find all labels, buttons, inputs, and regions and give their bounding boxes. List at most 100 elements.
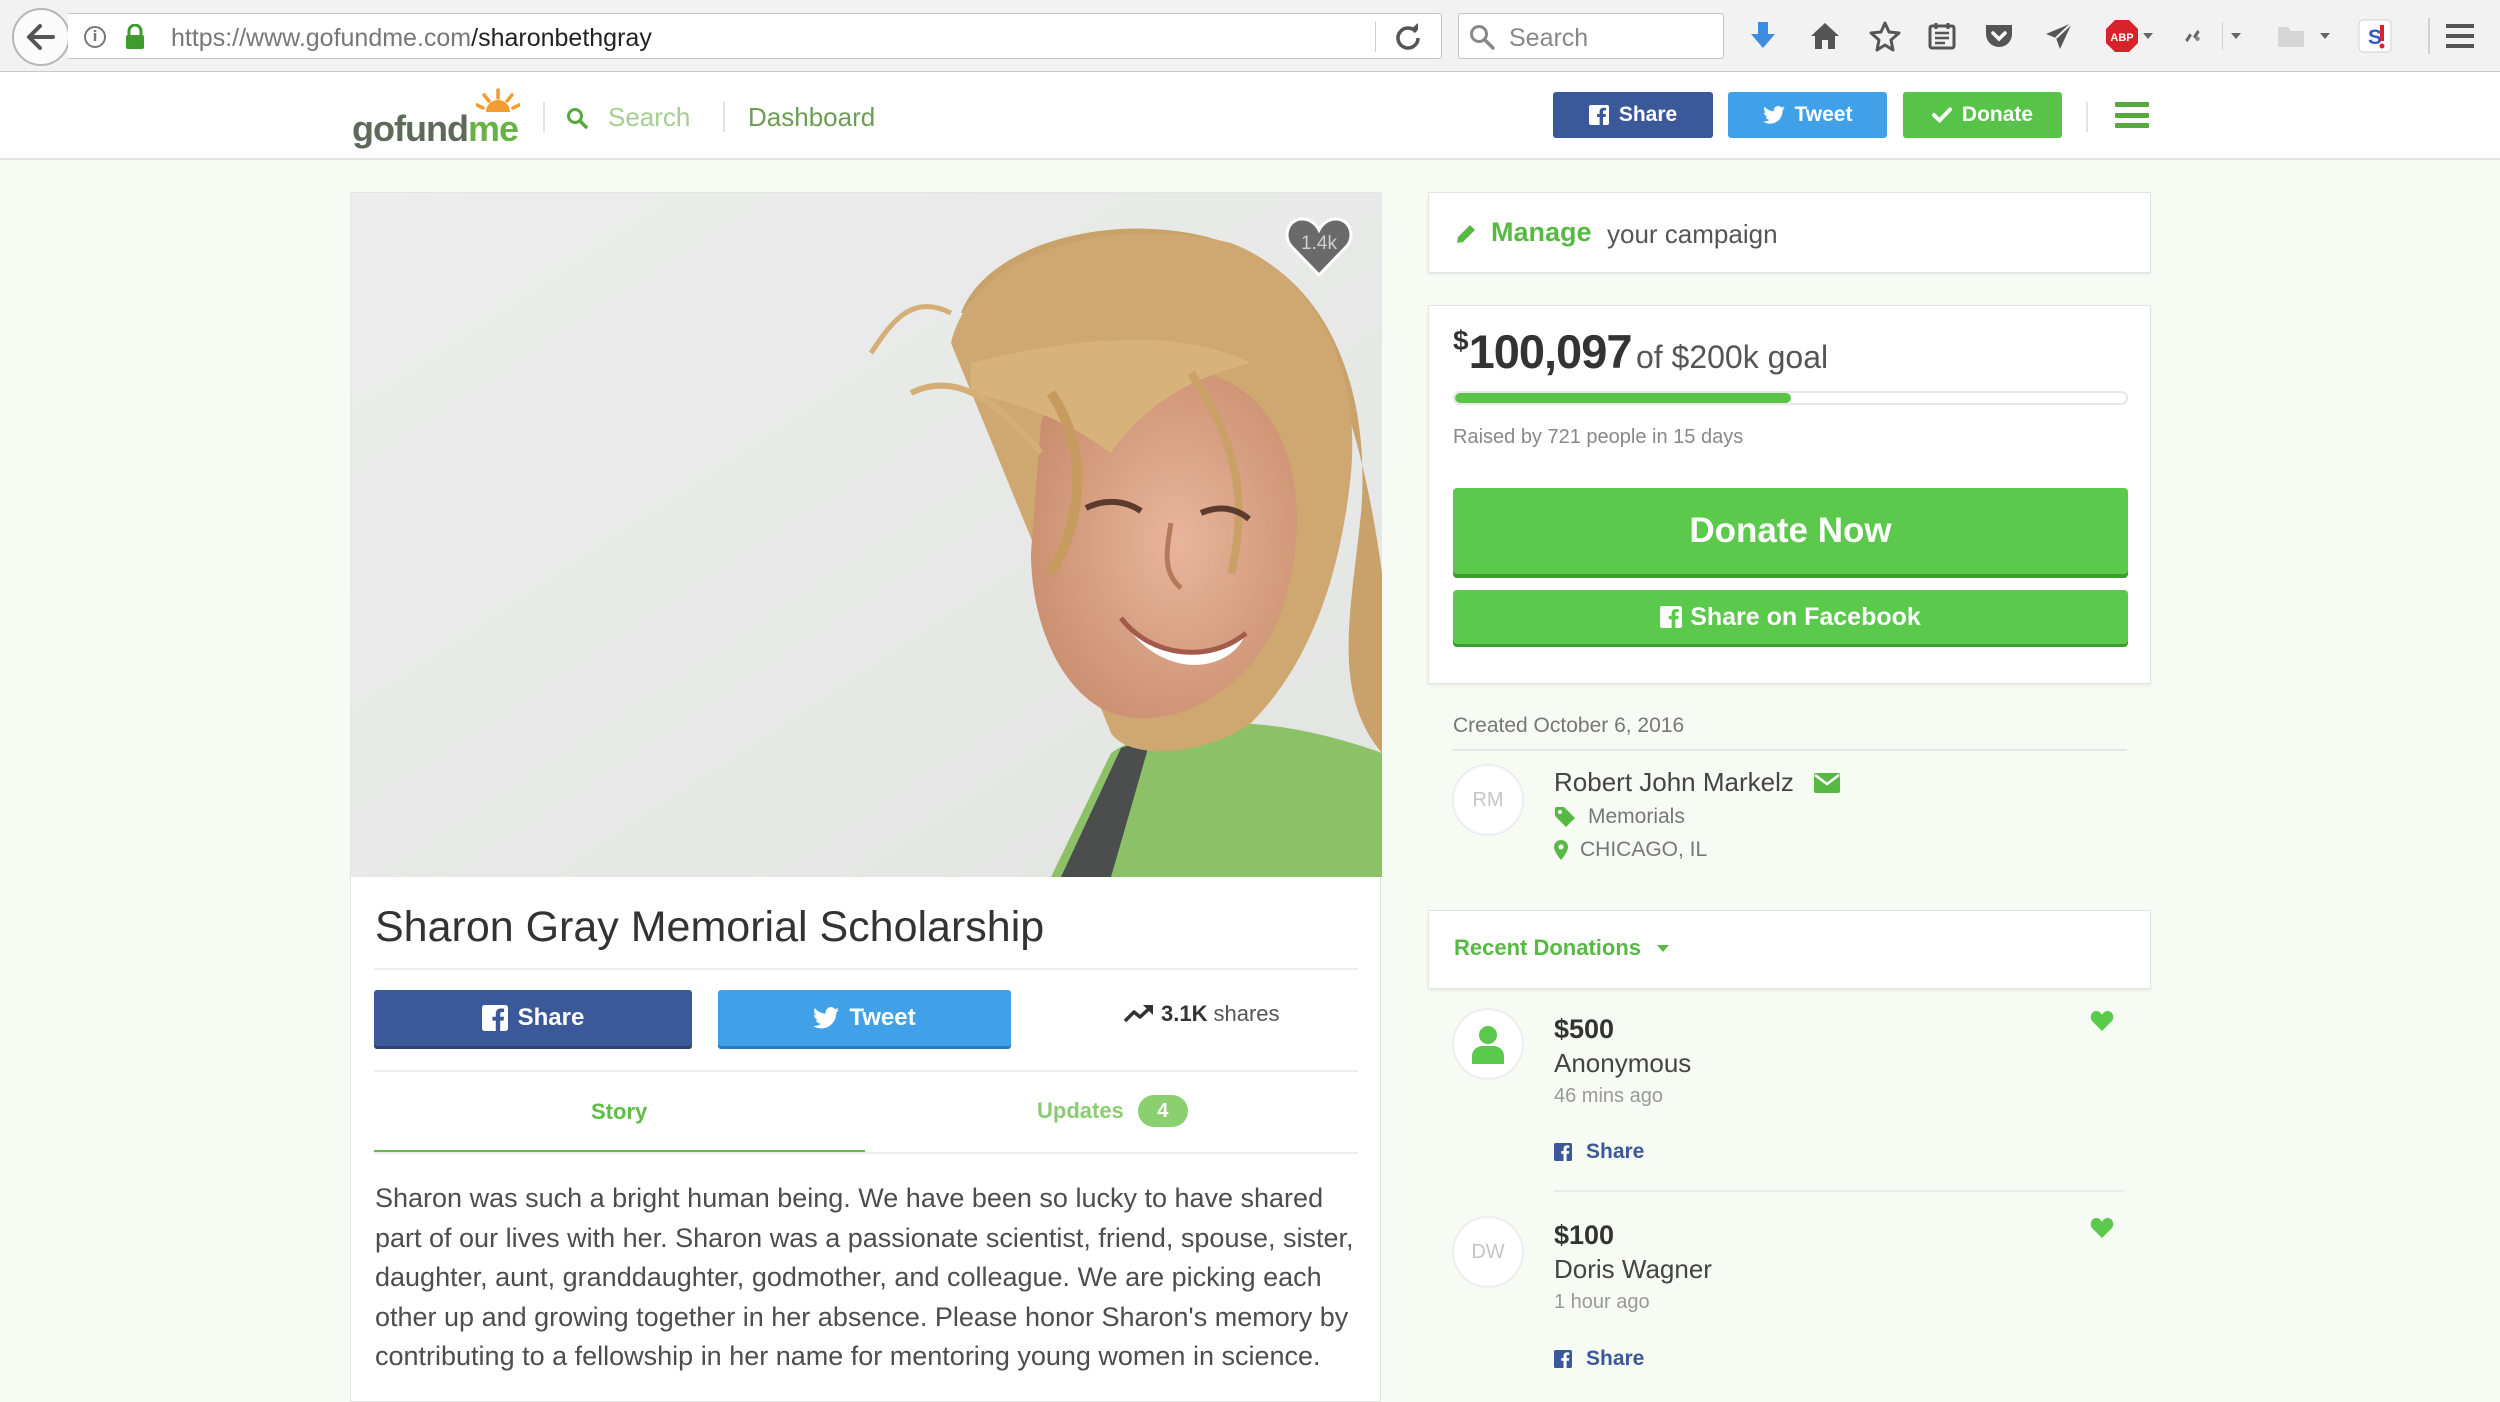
donor-name: Anonymous	[1554, 1048, 1692, 1078]
reading-list-icon[interactable]	[1926, 18, 1958, 54]
donation-time: 1 hour ago	[1554, 1291, 1650, 1313]
manage-suffix: your campaign	[1607, 219, 1778, 249]
donor-name: Doris Wagner	[1554, 1254, 1712, 1284]
amount-value: 100,097	[1468, 325, 1633, 378]
campaign-photo: 1.4k	[351, 193, 1382, 877]
send-icon[interactable]	[2043, 18, 2075, 54]
raised-summary: Raised by 721 people in 15 days	[1453, 426, 1744, 448]
header-divider	[723, 102, 725, 132]
site-header: gofundme Search Dashboard Share Tweet Do…	[0, 72, 2500, 160]
lock-icon	[126, 24, 144, 49]
progress-bar-fill	[1455, 393, 1791, 403]
donation-amount: $100	[1554, 1220, 1615, 1250]
header-divider	[2086, 102, 2088, 132]
user-icon	[1472, 1026, 1504, 1064]
extension-icon[interactable]	[2183, 18, 2241, 54]
donation-goal-card: $100,097 of $200k goal Raised by 721 peo…	[1428, 305, 2151, 684]
back-arrow-icon	[27, 24, 55, 50]
amount-raised: $100,097 of $200k goal	[1453, 324, 1828, 379]
heart-icon[interactable]	[2090, 1010, 2114, 1032]
organizer-name-row: Robert John Markelz	[1554, 767, 1840, 798]
organizer-category-row: Memorials	[1554, 805, 1685, 829]
header-donate-button[interactable]: Donate	[1903, 92, 2062, 138]
dashboard-link[interactable]: Dashboard	[748, 102, 875, 133]
logo-text-gofund: gofund	[352, 108, 469, 149]
organizer-name[interactable]: Robert John Markelz	[1554, 767, 1794, 798]
heart-icon[interactable]	[2090, 1217, 2114, 1239]
header-search-label: Search	[608, 102, 691, 132]
toolbar-divider	[2428, 18, 2430, 54]
browser-search-placeholder: Search	[1509, 24, 1589, 52]
pencil-icon	[1457, 225, 1475, 243]
heart-count: 1.4k	[1301, 233, 1337, 254]
organizer-location-row: CHICAGO, IL	[1554, 838, 1707, 862]
chevron-down-icon	[1657, 944, 1670, 952]
bookmark-star-icon[interactable]	[1868, 18, 1902, 54]
tabs-divider	[374, 1152, 1358, 1154]
campaign-share-label: Share	[517, 1004, 585, 1031]
svg-text:ABP: ABP	[2110, 32, 2133, 44]
tab-story[interactable]: Story	[591, 1099, 647, 1125]
envelope-icon[interactable]	[1813, 772, 1840, 793]
header-share-button[interactable]: Share	[1553, 92, 1713, 138]
hamburger-menu-icon[interactable]	[2115, 102, 2149, 128]
twitter-icon	[813, 1007, 840, 1029]
map-pin-icon	[1554, 840, 1568, 860]
amount-currency: $	[1453, 325, 1469, 356]
donor-avatar: DW	[1452, 1216, 1524, 1288]
donation-share-button[interactable]: Share	[1554, 1347, 1644, 1371]
adblock-icon[interactable]: ABP	[2100, 18, 2158, 54]
tab-updates[interactable]: Updates 4	[1037, 1095, 1188, 1127]
header-tweet-label: Tweet	[1794, 103, 1853, 126]
progress-bar	[1453, 391, 2128, 405]
donate-now-button[interactable]: Donate Now	[1453, 488, 2128, 574]
campaign-tweet-button[interactable]: Tweet	[718, 990, 1011, 1046]
donation-share-button[interactable]: Share	[1554, 1140, 1644, 1164]
header-divider	[543, 102, 545, 132]
facebook-icon	[1554, 1350, 1572, 1368]
facebook-icon	[1588, 105, 1609, 125]
twitter-icon	[1762, 106, 1785, 124]
donation-share-label: Share	[1586, 1347, 1645, 1370]
manage-link[interactable]: Manage	[1491, 217, 1592, 248]
manage-campaign-card[interactable]: Manage your campaign	[1428, 192, 2151, 273]
url-bar[interactable]: i https://www.gofundme.com/sharonbethgra…	[68, 13, 1442, 59]
menu-icon[interactable]	[2443, 18, 2477, 54]
url-text[interactable]: https://www.gofundme.com/sharonbethgray	[171, 24, 652, 53]
header-search[interactable]: Search	[566, 102, 690, 133]
favorite-heart-button[interactable]: 1.4k	[1284, 215, 1354, 279]
organizer-category[interactable]: Memorials	[1588, 805, 1685, 829]
updates-count-badge: 4	[1137, 1095, 1188, 1127]
url-divider	[1375, 22, 1376, 52]
share-count-label: shares	[1213, 1001, 1280, 1026]
campaign-share-button[interactable]: Share	[374, 990, 692, 1046]
checkmark-icon	[1931, 107, 1952, 123]
reload-icon[interactable]	[1394, 23, 1422, 51]
browser-toolbar: i https://www.gofundme.com/sharonbethgra…	[0, 0, 2500, 72]
back-button[interactable]	[12, 8, 70, 66]
trending-up-icon	[1123, 1005, 1153, 1023]
folder-icon[interactable]	[2274, 18, 2332, 54]
tab-updates-label: Updates	[1037, 1098, 1124, 1123]
sj-extension-icon[interactable]: S	[2357, 18, 2393, 54]
title-divider	[374, 968, 1358, 970]
browser-search-bar[interactable]: Search	[1458, 13, 1724, 59]
organizer-avatar[interactable]: RM	[1452, 764, 1524, 836]
url-path: /sharonbethgray	[471, 24, 652, 52]
donation-share-label: Share	[1586, 1140, 1645, 1163]
donation-divider	[1554, 1190, 2124, 1192]
header-share-label: Share	[1618, 103, 1678, 126]
recent-donations-dropdown[interactable]: Recent Donations	[1454, 935, 1670, 961]
campaign-photo-image	[351, 193, 1382, 877]
share-on-facebook-button[interactable]: Share on Facebook	[1453, 590, 2128, 644]
info-icon[interactable]: i	[84, 26, 106, 48]
recent-donations-label: Recent Donations	[1454, 935, 1642, 960]
download-icon[interactable]	[1748, 18, 1778, 54]
header-tweet-button[interactable]: Tweet	[1728, 92, 1887, 138]
url-host: https://www.gofundme.com	[171, 24, 472, 52]
campaign-title: Sharon Gray Memorial Scholarship	[375, 903, 1045, 951]
home-icon[interactable]	[1808, 18, 1842, 54]
donation-amount: $500	[1554, 1014, 1615, 1044]
pocket-icon[interactable]	[1982, 18, 2016, 54]
campaign-story: Sharon was such a bright human being. We…	[375, 1183, 1354, 1371]
